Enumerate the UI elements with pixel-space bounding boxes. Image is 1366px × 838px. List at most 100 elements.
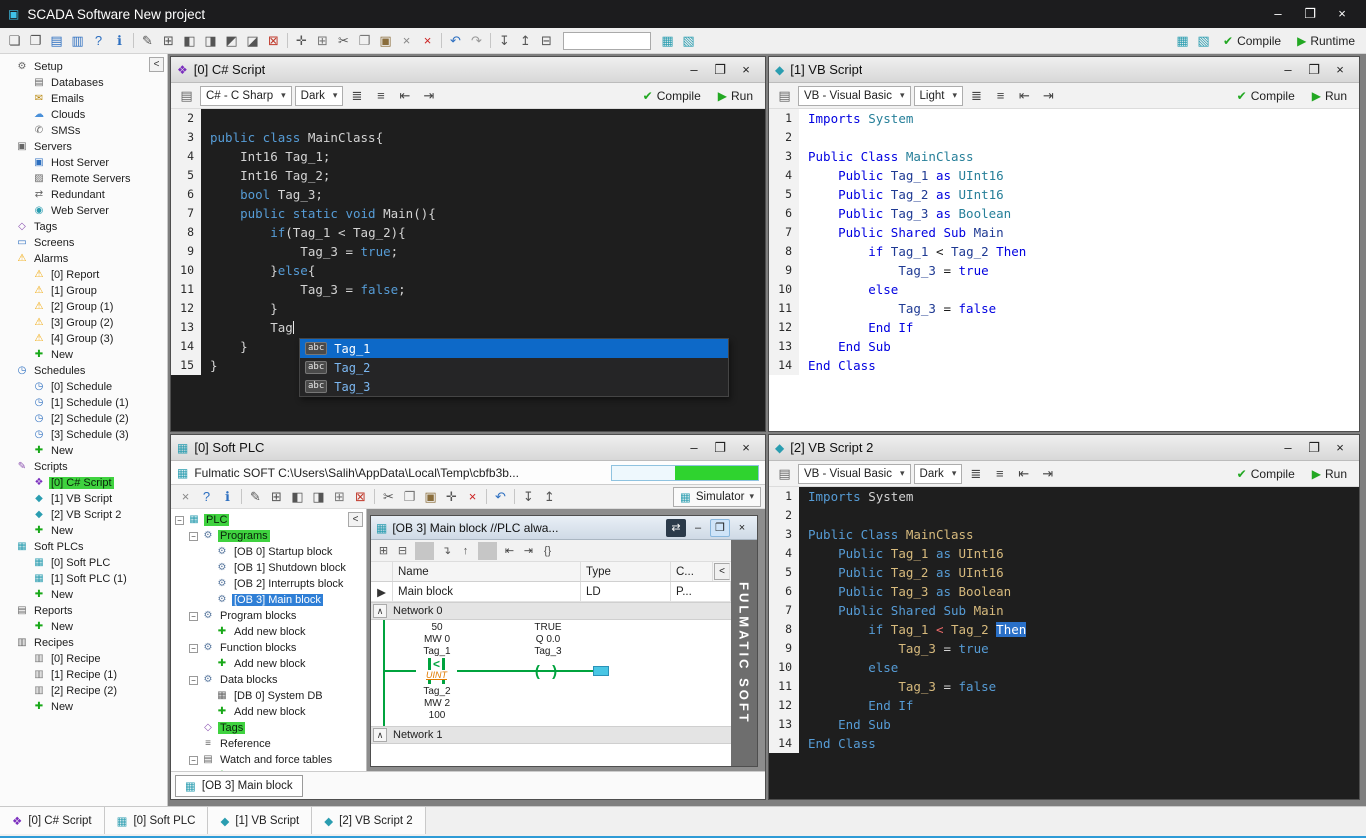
image-icon[interactable]: ▦ bbox=[1172, 31, 1193, 51]
delete-gray-icon[interactable]: × bbox=[175, 487, 196, 507]
sidebar-tree-item[interactable]: ⚠ Alarms bbox=[0, 251, 167, 267]
network-collapse-icon[interactable]: ∧ bbox=[373, 728, 387, 742]
sidebar-tree-item[interactable]: ⚠ [2] Group (1) bbox=[0, 299, 167, 315]
code-line[interactable]: 10 else bbox=[769, 280, 1359, 299]
sidebar-tree-item[interactable]: ▦ [0] Soft PLC bbox=[0, 555, 167, 571]
vb2-window-titlebar[interactable]: ◆ [2] VB Script 2 – ❐ × bbox=[769, 435, 1359, 461]
csharp-code-editor[interactable]: abc Tag_1 abc Tag_2 abc Tag_3 23public c… bbox=[171, 109, 765, 431]
plc-tree-item[interactable]: ⚙ [OB 0] Startup block bbox=[171, 544, 366, 560]
plc-tree-item[interactable]: ◇ Tags bbox=[171, 720, 366, 736]
image-add-icon[interactable]: ▧ bbox=[678, 31, 699, 51]
sidebar-tree-item[interactable]: ✎ Scripts bbox=[0, 459, 167, 475]
sidebar-tree-item[interactable]: ▭ Screens bbox=[0, 235, 167, 251]
restore-button[interactable]: ❐ bbox=[1301, 440, 1327, 456]
close-button[interactable]: × bbox=[1327, 440, 1353, 456]
save-all-icon[interactable]: ▥ bbox=[67, 31, 88, 51]
tree-expander[interactable]: − bbox=[189, 612, 198, 621]
tree-expander[interactable] bbox=[203, 548, 212, 557]
code-line[interactable]: 8 if Tag_1 < Tag_2 Then bbox=[769, 242, 1359, 261]
compile-button[interactable]: ✔ Compile bbox=[1230, 89, 1302, 103]
braces-icon[interactable]: {} bbox=[538, 542, 557, 560]
vb-window-titlebar[interactable]: ◆ [1] VB Script – ❐ × bbox=[769, 57, 1359, 83]
autocomplete-item[interactable]: abc Tag_2 bbox=[300, 358, 728, 377]
plc-tree-item[interactable]: ⚙ [OB 3] Main block bbox=[171, 592, 366, 608]
sidebar-tree-item[interactable]: ◷ [3] Schedule (3) bbox=[0, 427, 167, 443]
compile-button[interactable]: ✔ Compile bbox=[1216, 34, 1288, 48]
tree-expander[interactable] bbox=[189, 724, 198, 733]
image-add-icon[interactable]: ▧ bbox=[1193, 31, 1214, 51]
sidebar-tree-item[interactable]: ⚠ [3] Group (2) bbox=[0, 315, 167, 331]
move-icon[interactable]: ✛ bbox=[291, 31, 312, 51]
tree-expander[interactable] bbox=[203, 660, 212, 669]
close-button[interactable]: × bbox=[1327, 62, 1353, 78]
table-insert-icon[interactable]: ⊞ bbox=[312, 31, 333, 51]
sidebar-tree-item[interactable]: ▣ Servers bbox=[0, 139, 167, 155]
plc-tree-item[interactable]: − ⚙ Programs bbox=[171, 528, 366, 544]
code-line[interactable]: 11 Tag_3 = false bbox=[769, 677, 1359, 696]
tree-expander[interactable]: − bbox=[189, 532, 198, 541]
minimize-button[interactable]: – bbox=[688, 519, 708, 537]
plc-tree-item[interactable]: ⚙ [OB 2] Interrupts block bbox=[171, 576, 366, 592]
plc-tree-item[interactable]: ⚙ [OB 1] Shutdown block bbox=[171, 560, 366, 576]
plc-tree-item[interactable]: ✚ Add new block bbox=[171, 624, 366, 640]
sidebar-tree-item[interactable]: ◷ [1] Schedule (1) bbox=[0, 395, 167, 411]
redo-icon[interactable]: ↷ bbox=[466, 31, 487, 51]
sidebar-tree-item[interactable]: ⚠ [1] Group bbox=[0, 283, 167, 299]
panel-right-icon[interactable]: ◨ bbox=[200, 31, 221, 51]
restore-button[interactable]: ❐ bbox=[707, 62, 733, 78]
sidebar-tree-item[interactable]: ◆ [2] VB Script 2 bbox=[0, 507, 167, 523]
delete-icon[interactable]: × bbox=[417, 31, 438, 51]
sidebar-tree-item[interactable]: ✚ New bbox=[0, 619, 167, 635]
column-header-type[interactable]: Type bbox=[581, 562, 671, 581]
code-line[interactable]: 7 Public Shared Sub Main bbox=[769, 223, 1359, 242]
sidebar-tree-item[interactable]: ✚ New bbox=[0, 523, 167, 539]
code-line[interactable]: 6 Public Tag_3 as Boolean bbox=[769, 204, 1359, 223]
sidebar-tree-item[interactable]: ❖ [0] C# Script bbox=[0, 475, 167, 491]
sidebar-tree-item[interactable]: ◷ Schedules bbox=[0, 363, 167, 379]
tree-expander[interactable] bbox=[203, 628, 212, 637]
code-line[interactable]: 10 }else{ bbox=[171, 261, 765, 280]
document-tab[interactable]: ❖ [0] C# Script bbox=[0, 807, 105, 834]
close-button[interactable]: × bbox=[733, 440, 759, 456]
code-line[interactable]: 4 Public Tag_1 as UInt16 bbox=[769, 544, 1359, 563]
sidebar-tree-item[interactable]: ✚ New bbox=[0, 347, 167, 363]
format-icon[interactable]: ≡ bbox=[370, 86, 391, 106]
tree-expander[interactable] bbox=[189, 740, 198, 749]
indent-icon[interactable]: ⇥ bbox=[418, 86, 439, 106]
outdent-icon[interactable]: ⇤ bbox=[1014, 86, 1035, 106]
code-line[interactable]: 6 bool Tag_3; bbox=[171, 185, 765, 204]
simulator-dropdown[interactable]: ▦ Simulator ▾ bbox=[673, 487, 761, 507]
sidebar-tree-item[interactable]: ⇄ Redundant bbox=[0, 187, 167, 203]
theme-dropdown[interactable]: Light ▾ bbox=[914, 86, 963, 106]
plc-tree-item[interactable]: − ⚙ Data blocks bbox=[171, 672, 366, 688]
table-delete-icon[interactable]: ⊠ bbox=[263, 31, 284, 51]
sidebar-tree-item[interactable]: ⚠ [0] Report bbox=[0, 267, 167, 283]
vb2-code-editor[interactable]: 1Imports System23Public Class MainClass4… bbox=[769, 487, 1359, 799]
tree-expander[interactable] bbox=[203, 564, 212, 573]
panel-bottom-icon[interactable]: ◪ bbox=[242, 31, 263, 51]
toolbar-text-input[interactable] bbox=[563, 32, 651, 50]
tree-expander[interactable]: − bbox=[189, 756, 198, 765]
column-header-comment[interactable]: C... bbox=[671, 562, 713, 581]
branch-up-icon[interactable]: ↑ bbox=[456, 542, 475, 560]
document-tab[interactable]: ◆ [1] VB Script bbox=[208, 807, 312, 834]
table-insert-icon[interactable]: ⊞ bbox=[329, 487, 350, 507]
format-icon[interactable]: ≣ bbox=[346, 86, 367, 106]
export-down-icon[interactable]: ↧ bbox=[518, 487, 539, 507]
code-line[interactable]: 11 Tag_3 = false bbox=[769, 299, 1359, 318]
vb-code-editor[interactable]: 1Imports System23Public Class MainClass4… bbox=[769, 109, 1359, 431]
code-line[interactable]: 2 bbox=[769, 506, 1359, 525]
code-line[interactable]: 2 bbox=[769, 128, 1359, 147]
code-line[interactable]: 9 Tag_3 = true bbox=[769, 639, 1359, 658]
code-line[interactable]: 10 else bbox=[769, 658, 1359, 677]
sidebar-tree-item[interactable]: ▣ Host Server bbox=[0, 155, 167, 171]
restore-button[interactable]: ❐ bbox=[710, 519, 730, 537]
sidebar-tree-item[interactable]: ✆ SMSs bbox=[0, 123, 167, 139]
script-file-icon[interactable]: ▤ bbox=[176, 86, 197, 106]
tree-expander[interactable]: − bbox=[189, 676, 198, 685]
close-button[interactable]: × bbox=[732, 519, 752, 537]
code-line[interactable]: 14End Class bbox=[769, 734, 1359, 753]
tree-expander[interactable] bbox=[203, 692, 212, 701]
compile-button[interactable]: ✔ Compile bbox=[1230, 467, 1302, 481]
run-button[interactable]: ▶ Run bbox=[1305, 467, 1354, 481]
